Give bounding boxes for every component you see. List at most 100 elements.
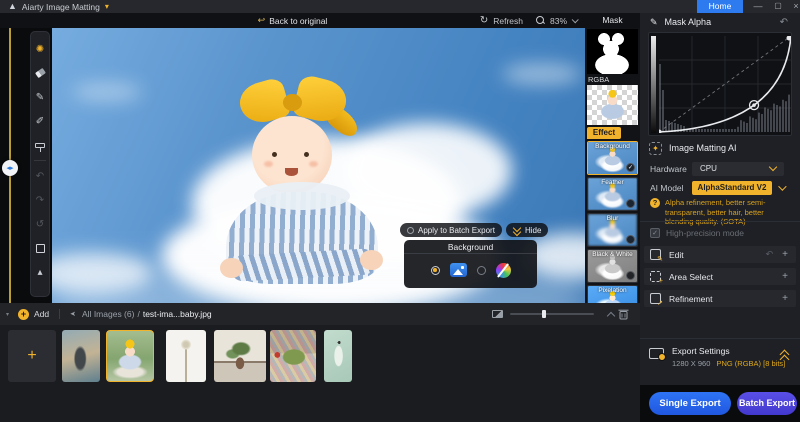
- background-image-radio[interactable]: [431, 266, 440, 275]
- filmstrip-thumb-plant[interactable]: [214, 330, 266, 382]
- effect-check-icon[interactable]: ✓: [626, 163, 635, 172]
- refinement-section[interactable]: ↗ Refinement +: [644, 290, 796, 307]
- hide-button[interactable]: Hide: [506, 223, 548, 237]
- filmstrip-thumb-bag[interactable]: [270, 330, 316, 382]
- roller-tool[interactable]: [32, 133, 48, 157]
- add-image-label[interactable]: Add: [34, 309, 49, 319]
- effect-card-blur[interactable]: Blur: [587, 213, 638, 247]
- area-select-expand-icon[interactable]: +: [782, 271, 788, 282]
- mask-alpha-header: ✎ Mask Alpha ↶: [640, 13, 800, 31]
- breadcrumb-all-images[interactable]: All Images (6): [82, 309, 134, 319]
- effect-check-icon[interactable]: [626, 199, 635, 208]
- export-expand-chevrons-icon[interactable]: [780, 351, 790, 361]
- hardware-select[interactable]: CPU: [692, 162, 784, 176]
- thumbnail-zoom-handle[interactable]: [542, 310, 546, 318]
- app-window: ▲ Aiarty Image Matting ▾ Home — ▢ × ↩ Ba…: [0, 0, 800, 422]
- delete-image-icon[interactable]: [618, 308, 629, 320]
- tool-separator: [34, 160, 46, 161]
- effect-card-black-white[interactable]: Black & White: [587, 249, 638, 283]
- collapse-toolbar-button[interactable]: ▴: [32, 260, 48, 284]
- thumbnail-size-icon: [492, 310, 503, 318]
- edit-expand-icon[interactable]: +: [782, 249, 788, 260]
- background-image-icon[interactable]: [450, 263, 467, 277]
- home-button[interactable]: Home: [697, 0, 743, 13]
- filmstrip-thumb-dandelion[interactable]: [166, 330, 206, 382]
- zoom-level-value[interactable]: 83%: [550, 16, 567, 26]
- add-image-icon[interactable]: +: [18, 309, 29, 320]
- high-precision-label: High-precision mode: [666, 228, 744, 238]
- hardware-value: CPU: [700, 164, 717, 173]
- refinement-expand-icon[interactable]: +: [782, 293, 788, 304]
- undo-tool[interactable]: ↶: [32, 164, 48, 188]
- background-color-radio[interactable]: [477, 266, 486, 275]
- effect-tab[interactable]: Effect: [587, 127, 621, 139]
- thumbnail-zoom-slider[interactable]: [510, 313, 594, 315]
- refinement-arrow-glyph: ↗: [657, 299, 663, 307]
- filmstrip-collapse-icon[interactable]: ▾: [6, 311, 9, 318]
- back-to-original-button[interactable]: ↩ Back to original: [258, 15, 328, 26]
- export-format: PNG (RGBA) [8 bits]: [716, 359, 785, 368]
- ai-model-chevron-icon[interactable]: [778, 182, 786, 190]
- pen-tool[interactable]: ✎: [32, 85, 48, 109]
- area-select-plus-glyph: +: [659, 278, 663, 285]
- alpha-curve-plot[interactable]: [659, 36, 791, 133]
- refinement-label: Refinement: [669, 294, 712, 304]
- mask-alpha-undo-icon[interactable]: ↶: [780, 17, 788, 28]
- panel-divider: [640, 221, 800, 222]
- baby-cheek: [264, 161, 273, 167]
- effect-card-pixelation[interactable]: Pixelation: [587, 285, 638, 303]
- frame-select-tool[interactable]: [32, 236, 48, 260]
- single-export-button[interactable]: Single Export: [649, 392, 731, 415]
- image-canvas[interactable]: Apply to Batch Export Hide Background: [52, 28, 585, 303]
- current-filename: test-ima...baby.jpg: [143, 309, 212, 319]
- add-image-tile[interactable]: +: [8, 330, 56, 382]
- brush-tool[interactable]: ✐: [32, 109, 48, 133]
- filmstrip-thumb-baby-selected[interactable]: [106, 330, 154, 382]
- compare-slider-handle[interactable]: ◂▸: [2, 160, 18, 176]
- redo-tool[interactable]: ↷: [32, 188, 48, 212]
- mask-column-header: Mask: [585, 13, 640, 28]
- baby-hand: [220, 258, 243, 278]
- ai-model-value: AlphaStandard V2: [698, 183, 767, 192]
- cloud-shape: [502, 63, 582, 85]
- eraser-tool[interactable]: [32, 61, 48, 85]
- batch-export-button[interactable]: Batch Export: [737, 392, 797, 415]
- refresh-button[interactable]: Refresh: [493, 16, 523, 26]
- mask-preview-thumbnail[interactable]: [587, 29, 638, 74]
- help-icon[interactable]: ?: [650, 198, 660, 208]
- bow-knot: [283, 94, 302, 111]
- zoom-dropdown-chevron-icon[interactable]: [572, 16, 579, 23]
- refinement-icon: ↗: [650, 293, 661, 304]
- effect-label: Blur: [588, 215, 637, 222]
- filmstrip-thumb-woman[interactable]: [62, 330, 100, 382]
- effect-label: Pixelation: [588, 287, 637, 294]
- filmstrip-thumb-bottle[interactable]: [324, 330, 352, 382]
- alpha-curve-editor[interactable]: [648, 32, 792, 136]
- maximize-button[interactable]: ▢: [770, 0, 786, 13]
- minimize-button[interactable]: —: [750, 0, 766, 13]
- effect-label: Background: [588, 143, 637, 150]
- area-select-icon: +: [650, 271, 661, 282]
- app-menu-chevron-icon[interactable]: ▾: [105, 2, 109, 11]
- effect-check-icon[interactable]: [626, 235, 635, 244]
- effect-check-icon[interactable]: [626, 271, 635, 280]
- ai-model-label: AI Model: [650, 183, 692, 193]
- reset-tool[interactable]: ↺: [32, 212, 48, 236]
- effects-scroll-up-icon[interactable]: [607, 312, 615, 320]
- color-wheel-icon[interactable]: [496, 263, 511, 278]
- export-settings-block[interactable]: Export Settings 1280 X 960 PNG (RGBA) [8…: [640, 338, 800, 382]
- edit-undo-icon[interactable]: ↶: [766, 249, 774, 260]
- high-precision-checkbox[interactable]: ✓: [650, 228, 660, 238]
- matting-magic-tool[interactable]: ✺: [32, 37, 48, 61]
- apply-to-batch-export-button[interactable]: Apply to Batch Export: [400, 223, 502, 237]
- effect-card-feather[interactable]: Feather: [587, 177, 638, 211]
- area-select-section[interactable]: + Area Select +: [644, 268, 796, 285]
- breadcrumb-arrow-icon[interactable]: ➤: [70, 310, 76, 318]
- rgba-preview-thumbnail[interactable]: [587, 85, 638, 125]
- bottom-bar-divider: [59, 309, 60, 319]
- close-button[interactable]: ×: [788, 0, 800, 13]
- hide-chevrons-icon: [513, 226, 521, 234]
- effect-card-background[interactable]: Background ✓: [587, 141, 638, 175]
- edit-section[interactable]: ✎ Edit ↶ +: [644, 246, 796, 263]
- ai-model-select[interactable]: AlphaStandard V2: [692, 181, 772, 195]
